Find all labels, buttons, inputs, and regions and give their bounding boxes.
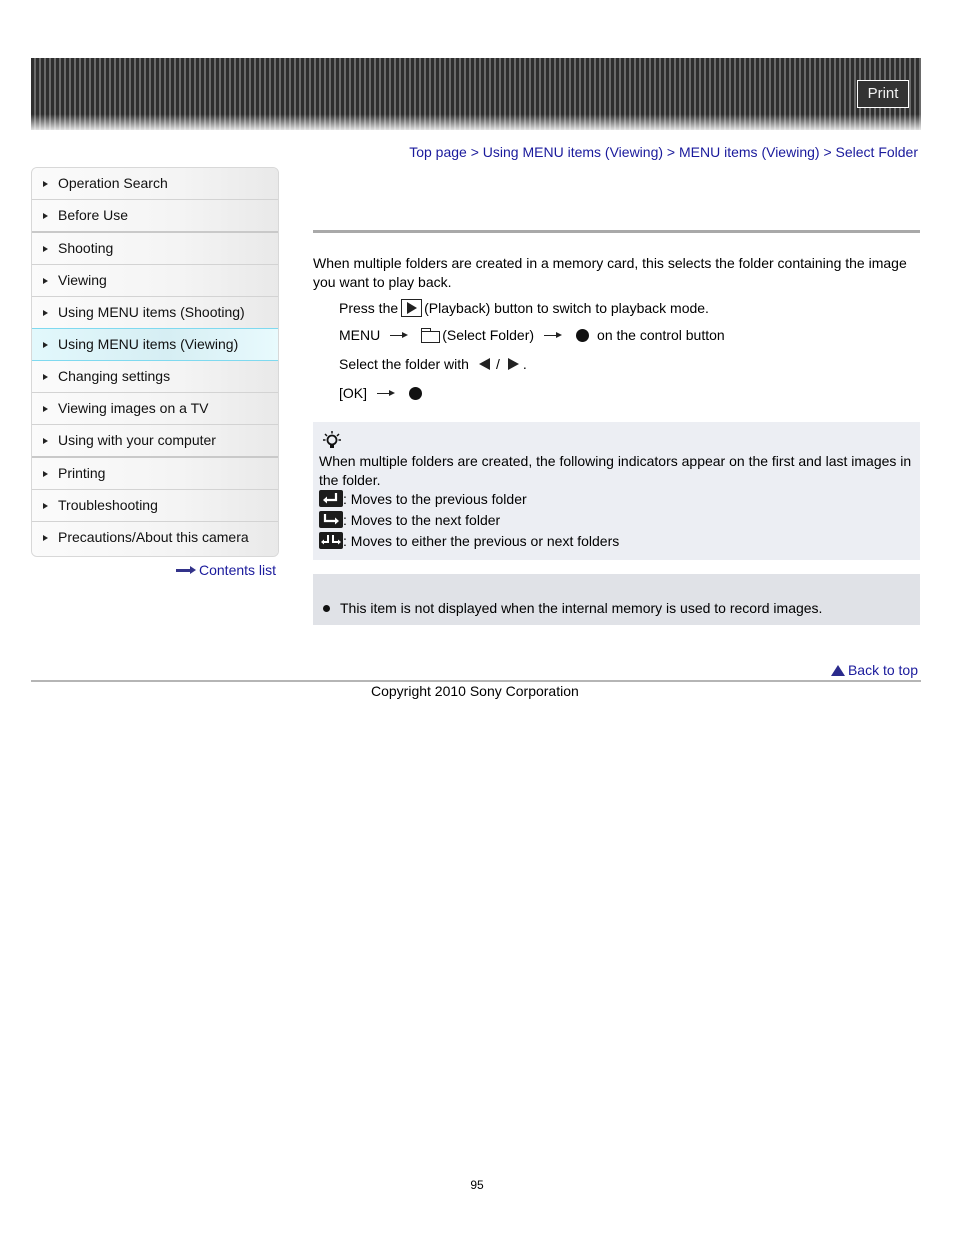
control-button-center-icon	[576, 328, 590, 342]
step-2-text: (Select Folder)	[442, 327, 535, 343]
sidebar-item-before-use[interactable]: Before Use	[32, 200, 278, 233]
hint-text: When multiple folders are created, the f…	[319, 453, 912, 488]
arrow-right-icon	[377, 389, 396, 397]
step-3-text: Select the folder with	[339, 356, 469, 372]
sidebar-item-shooting[interactable]: Shooting	[32, 233, 278, 265]
breadcrumb-menu-items-viewing[interactable]: MENU items (Viewing)	[679, 144, 820, 160]
step-1-text-post: (Playback) button to switch to playback …	[424, 300, 709, 316]
print-button[interactable]: Print	[857, 80, 909, 108]
triangle-right-icon	[43, 278, 48, 284]
triangle-right-icon	[43, 503, 48, 509]
step-4: [OK]	[339, 385, 426, 401]
indicator-row: : Moves to the next folder	[319, 511, 500, 528]
triangle-right-icon	[43, 342, 48, 348]
triangle-up-icon	[830, 664, 845, 676]
triangle-right-icon	[43, 406, 48, 412]
step-2: MENU (Select Folder) on the control butt…	[339, 327, 725, 343]
step-2-menu: MENU	[339, 327, 381, 343]
sidebar-item-menu-shooting[interactable]: Using MENU items (Shooting)	[32, 297, 278, 329]
step-2-text-post: on the control button	[597, 327, 725, 343]
either-folder-icon	[319, 532, 343, 549]
triangle-right-icon	[43, 471, 48, 477]
step-3-text-post: .	[522, 356, 527, 372]
sidebar-item-label: Viewing	[58, 272, 107, 288]
bullet-icon	[323, 605, 330, 612]
arrow-right-icon	[544, 331, 563, 339]
triangle-right-icon	[43, 181, 48, 187]
triangle-right-icon	[43, 535, 48, 541]
contents-list-label: Contents list	[199, 562, 277, 578]
note-box: This item is not displayed when the inte…	[313, 574, 920, 625]
step-3-separator: /	[495, 356, 500, 372]
arrow-right-icon	[176, 566, 196, 574]
breadcrumb-top-page[interactable]: Top page	[409, 144, 467, 160]
sidebar-item-menu-viewing[interactable]: Using MENU items (Viewing)	[32, 328, 278, 361]
sidebar-item-label: Changing settings	[58, 368, 171, 384]
sidebar-item-label: Operation Search	[58, 175, 168, 191]
indicator-row: : Moves to either the previous or next f…	[319, 532, 619, 549]
sidebar-item-printing[interactable]: Printing	[32, 458, 278, 490]
triangle-left-icon	[478, 358, 490, 370]
sidebar-item-label: Shooting	[58, 240, 114, 256]
header-banner: Print	[31, 58, 921, 130]
breadcrumb-separator: >	[666, 144, 679, 160]
sidebar-item-changing-settings[interactable]: Changing settings	[32, 361, 278, 393]
step-1-text: Press the	[339, 300, 399, 316]
sidebar-item-label: Before Use	[58, 207, 129, 223]
breadcrumb-separator: >	[823, 144, 836, 160]
arrow-right-icon	[390, 331, 409, 339]
indicator-text: : Moves to the next folder	[343, 511, 501, 528]
indicator-row: : Moves to the previous folder	[319, 490, 527, 507]
sidebar-item-label: Viewing images on a TV	[58, 400, 209, 416]
triangle-right-icon	[43, 374, 48, 380]
previous-folder-icon	[319, 490, 343, 507]
breadcrumb-separator: >	[470, 144, 483, 160]
sidebar-item-precautions[interactable]: Precautions/About this camera	[32, 522, 278, 556]
triangle-right-icon	[507, 358, 519, 370]
sidebar-item-viewing-on-tv[interactable]: Viewing images on a TV	[32, 393, 278, 425]
step-3: Select the folder with / .	[339, 356, 527, 372]
triangle-right-icon	[43, 438, 48, 444]
copyright-text: Copyright 2010 Sony Corporation	[371, 683, 579, 699]
sidebar-item-label: Using MENU items (Viewing)	[58, 336, 239, 352]
sidebar-item-label: Precautions/About this camera	[58, 529, 249, 545]
control-button-center-icon	[409, 386, 423, 400]
note-text: This item is not displayed when the inte…	[340, 600, 823, 616]
playback-icon	[401, 299, 423, 317]
sidebar-item-using-with-computer[interactable]: Using with your computer	[32, 425, 278, 458]
hint-box: When multiple folders are created, the f…	[313, 422, 920, 560]
sidebar-item-viewing[interactable]: Viewing	[32, 265, 278, 297]
back-to-top-link[interactable]: Back to top	[830, 662, 918, 678]
sidebar-nav: Operation Search Before Use Shooting Vie…	[31, 167, 279, 557]
intro-paragraph: When multiple folders are created in a m…	[313, 255, 907, 290]
sidebar-item-operation-search[interactable]: Operation Search	[32, 168, 278, 200]
breadcrumb-select-folder[interactable]: Select Folder	[836, 144, 918, 160]
page-number: 95	[470, 1178, 484, 1192]
triangle-right-icon	[43, 246, 48, 252]
triangle-right-icon	[43, 213, 48, 219]
indicator-text: : Moves to either the previous or next f…	[343, 532, 620, 549]
step-1: Press the (Playback) button to switch to…	[339, 299, 709, 317]
indicator-text: : Moves to the previous folder	[343, 490, 527, 507]
lightbulb-icon	[323, 431, 341, 448]
breadcrumb-using-menu-viewing[interactable]: Using MENU items (Viewing)	[483, 144, 663, 160]
contents-list-link[interactable]: Contents list	[176, 562, 276, 578]
sidebar-item-troubleshooting[interactable]: Troubleshooting	[32, 490, 278, 522]
title-divider	[313, 230, 920, 233]
back-to-top-label: Back to top	[847, 662, 918, 678]
breadcrumb: Top page > Using MENU items (Viewing) > …	[409, 144, 918, 160]
sidebar-item-label: Printing	[58, 465, 106, 481]
next-folder-icon	[319, 511, 343, 528]
sidebar-item-label: Troubleshooting	[58, 497, 158, 513]
folder-icon	[421, 328, 441, 343]
sidebar-item-label: Using MENU items (Shooting)	[58, 304, 245, 320]
triangle-right-icon	[43, 310, 48, 316]
sidebar-item-label: Using with your computer	[58, 432, 216, 448]
footer-divider	[31, 680, 921, 682]
step-4-text: [OK]	[339, 385, 368, 401]
